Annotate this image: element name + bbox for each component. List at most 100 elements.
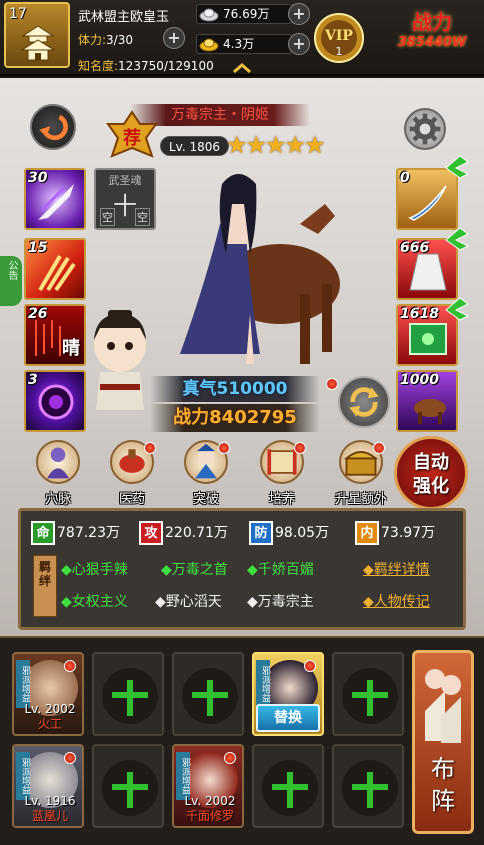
player-name: 武林盟主欧皇玉: [78, 10, 170, 25]
lineup-hero-1[interactable]: 邪派增益 Lv. 2002 火工: [12, 652, 84, 736]
notification-dot: [224, 752, 236, 764]
lineup-hero-3[interactable]: 邪派增益 Lv. 2002 千面修罗: [172, 744, 244, 828]
lineup-hero-level: Lv. 2002: [24, 702, 76, 716]
skill-slot-level: 15: [28, 240, 48, 256]
medicine-icon: [110, 440, 156, 484]
empty-lineup-slot[interactable]: [252, 744, 324, 828]
bond-detail-link[interactable]: ◆羁绊详情: [363, 559, 430, 581]
upgrade-arrow-icon: [445, 155, 470, 179]
power-boost-value: 385440W: [397, 35, 467, 50]
lineup-hero-2[interactable]: 邪派增益 Lv. 1916 蓝凰儿: [12, 744, 84, 828]
bond-item: ◆女权主义: [61, 594, 128, 610]
defense-icon: 防: [249, 521, 273, 545]
dark-orb-icon: [38, 384, 74, 420]
star-up-bonus-label: 升星额外: [334, 492, 387, 507]
player-avatar[interactable]: 17: [4, 2, 70, 68]
stamina-value: 3/30: [106, 33, 133, 47]
biography-link[interactable]: ◆人物传记: [363, 591, 430, 613]
equip-slot-level: 1000: [400, 372, 439, 388]
attack-icon: 攻: [139, 521, 163, 545]
auto-strengthen-button[interactable]: 自动 强化: [394, 436, 468, 510]
empty-lineup-slot[interactable]: [92, 652, 164, 736]
meridian-icon: [36, 440, 80, 484]
hero-stars: ★★★★★: [226, 131, 326, 159]
lineup-hero-name: 蓝凰儿: [31, 809, 68, 823]
star-up-bonus-button[interactable]: 升星额外: [326, 440, 396, 510]
gold-ingot-icon: [199, 38, 219, 52]
cultivate-label: 培养: [268, 492, 295, 507]
skill-slot-2[interactable]: 15: [24, 238, 86, 300]
skill-slot-3[interactable]: 26 晴: [24, 304, 86, 366]
medicine-button[interactable]: 医药: [102, 440, 162, 510]
silver-amount: 76.69万: [223, 7, 270, 21]
martial-soul-slot[interactable]: 武圣魂 十 空 空: [94, 168, 156, 230]
empty-lineup-slot[interactable]: [332, 652, 404, 736]
swap-hero-cycle-icon[interactable]: [338, 376, 390, 428]
bond-item: ◆心狠手辣: [61, 562, 128, 578]
back-button[interactable]: [30, 104, 76, 150]
internal-value: 73.97万: [381, 525, 436, 541]
power-boost-event[interactable]: 战力 385440W: [386, 6, 478, 68]
scroll-icon: [260, 440, 306, 484]
notification-dot: [304, 660, 316, 672]
mount-icon: [414, 399, 446, 424]
chevron-up-icon[interactable]: [232, 62, 252, 74]
replace-hero-button[interactable]: 替换: [256, 704, 320, 732]
meridian-button[interactable]: 穴脉: [28, 440, 88, 510]
meridian-label: 穴脉: [44, 492, 71, 507]
equip-slot-level: 0: [400, 170, 410, 186]
recommend-badge: 荐: [106, 110, 158, 158]
blade-slash-icon: [38, 184, 74, 220]
hero-qi: 真气510000: [150, 376, 320, 402]
hp-icon: 命: [31, 521, 55, 545]
add-hero-icon: [272, 772, 308, 808]
hero-portrait: [180, 174, 340, 364]
notification-dot: [373, 442, 385, 454]
stamina-label: 体力:: [78, 33, 107, 47]
stat-defense: 防 98.05万: [249, 519, 329, 547]
player-level: 17: [9, 6, 27, 22]
equip-slot-4[interactable]: 1000: [396, 370, 458, 432]
bond-item: ◆千娇百媚: [247, 562, 314, 578]
gear-icon[interactable]: [404, 108, 446, 150]
notification-dot: [294, 442, 306, 454]
lineup-hero-level: Lv. 1916: [24, 794, 76, 808]
equip-slot-level: 1618: [400, 306, 439, 322]
vip-badge[interactable]: VIP 1: [313, 8, 365, 66]
hero-detail-panel: 万毒宗主・阴姬 荐 Lv. 1806 ★★★★★ 公告 30 15 26 晴 3…: [0, 78, 484, 636]
fire-claw-icon: [38, 254, 76, 292]
add-stamina-button[interactable]: +: [163, 27, 185, 49]
treasure-chest-icon: [339, 440, 385, 484]
add-hero-icon: [352, 680, 388, 716]
fame-value: 123750/129100: [118, 59, 214, 73]
skill-slot-1[interactable]: 30: [24, 168, 86, 230]
skill-slot-4[interactable]: 3: [24, 370, 86, 432]
empty-lineup-slot[interactable]: [92, 744, 164, 828]
evil-sect-buff-tag: 邪派增益: [16, 752, 30, 800]
fame: 知名度:123750/129100: [78, 57, 214, 74]
bond-item: ◆野心滔天: [155, 594, 222, 610]
empty-lineup-slot[interactable]: [332, 744, 404, 828]
silver-ingot-icon: [199, 8, 219, 22]
breakthrough-button[interactable]: 突破: [176, 440, 236, 510]
evil-sect-buff-tag: 邪派增益: [256, 660, 270, 708]
bond-item: ◆万毒之首: [161, 562, 228, 578]
vip-label: VIP: [324, 28, 353, 44]
breakthrough-label: 突破: [192, 492, 219, 507]
formation-button[interactable]: 布阵: [412, 650, 474, 834]
cultivate-button[interactable]: 培养: [252, 440, 312, 510]
hero-level: Lv. 1806: [160, 136, 230, 156]
bond-item: ◆万毒宗主: [247, 594, 314, 610]
add-silver-button[interactable]: +: [288, 3, 310, 25]
hero-power: 战力8402795: [150, 404, 320, 432]
add-gold-button[interactable]: +: [288, 33, 310, 55]
notification-dot: [64, 752, 76, 764]
white-robe-icon: [409, 253, 447, 291]
auto-strengthen-label: 自动 强化: [413, 452, 449, 497]
formation-heroes-icon: [425, 669, 461, 743]
recommend-badge-text: 荐: [122, 127, 141, 149]
announcement-tab[interactable]: 公告: [0, 256, 22, 306]
empty-lineup-slot[interactable]: [172, 652, 244, 736]
vip-level: 1: [336, 45, 343, 58]
evil-sect-buff-tag: 邪派增益: [176, 752, 190, 800]
